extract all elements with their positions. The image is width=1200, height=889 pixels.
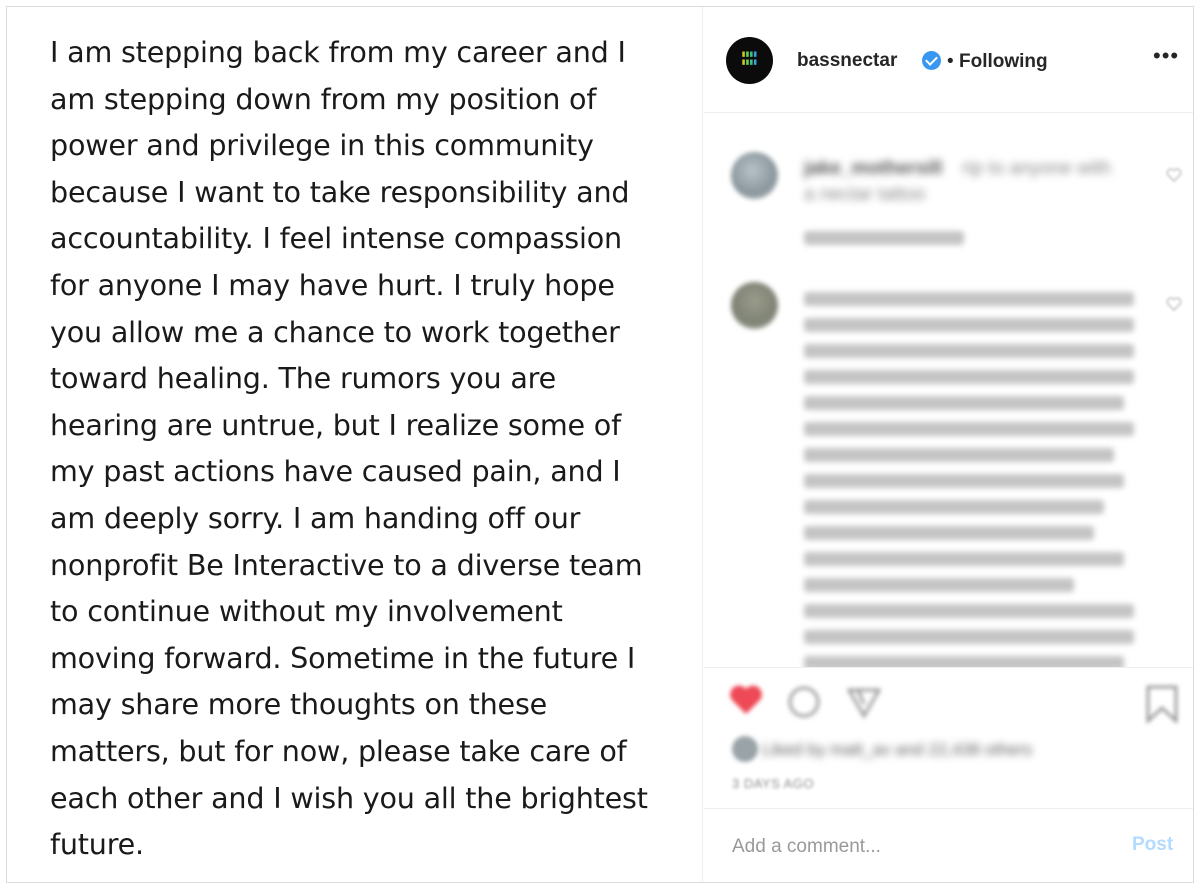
like-icon[interactable] xyxy=(726,680,766,720)
statement-line: am stepping down from my position of xyxy=(50,81,597,116)
comment-text: rip to anyone with xyxy=(962,158,1111,179)
post-actions: Liked by matt_av and 22,438 others 3 DAY… xyxy=(704,667,1193,807)
profile-avatar[interactable]: ▮▮▮▮ ▮▮▮▮ xyxy=(726,37,773,84)
statement-line: matters, but for now, please take care o… xyxy=(50,733,627,768)
comment-text-block xyxy=(804,656,1124,667)
comment-text-block xyxy=(804,344,1134,358)
statement-line: power and privilege in this community xyxy=(50,128,594,163)
statement-line: moving forward. Sometime in the future I xyxy=(50,640,636,675)
share-icon[interactable] xyxy=(844,682,884,722)
comment-text-continued: a nectar tattoo xyxy=(804,184,926,205)
comment-text-block xyxy=(804,292,1134,306)
post-sidebar: ▮▮▮▮ ▮▮▮▮ bassnectar • Following ••• jake… xyxy=(704,7,1193,882)
verified-badge-icon xyxy=(922,51,941,70)
save-icon[interactable] xyxy=(1144,684,1180,724)
comment-text-block xyxy=(804,604,1134,618)
statement-line: toward healing. The rumors you are xyxy=(50,361,556,396)
avatar-logo-graphic: ▮▮▮▮ ▮▮▮▮ xyxy=(732,50,767,68)
comment-avatar[interactable] xyxy=(731,152,778,199)
following-button[interactable]: Following xyxy=(959,51,1048,73)
statement-line: nonprofit Be Interactive to a diverse te… xyxy=(50,547,643,582)
comment-text-block xyxy=(804,474,1124,488)
statement-line: to continue without my involvement xyxy=(50,594,563,629)
comment-text-block xyxy=(804,396,1124,410)
username-link[interactable]: bassnectar xyxy=(797,50,897,72)
separator-dot: • xyxy=(947,51,954,72)
post-comment-button[interactable]: Post xyxy=(1132,834,1173,856)
comment-text-block xyxy=(804,500,1104,514)
statement-line: accountability. I feel intense compassio… xyxy=(50,221,622,256)
comment-text-block xyxy=(804,448,1114,462)
comments-list[interactable]: jake_mothersill rip to anyone with a nec… xyxy=(704,114,1193,667)
post-timestamp: 3 DAYS AGO xyxy=(732,776,815,791)
liked-by-text[interactable]: Liked by matt_av and 22,438 others xyxy=(762,740,1032,760)
comment-icon[interactable] xyxy=(784,682,824,722)
comment-like-icon[interactable] xyxy=(1166,168,1182,182)
post-header: ▮▮▮▮ ▮▮▮▮ bassnectar • Following ••• xyxy=(704,7,1193,113)
statement-line: for anyone I may have hurt. I truly hope xyxy=(50,267,615,302)
statement-line: I am stepping back from my career and I xyxy=(50,35,626,69)
statement-line: future. xyxy=(50,827,144,862)
comment-text-block xyxy=(804,526,1094,540)
statement-line: may share more thoughts on these xyxy=(50,687,548,722)
comment-text-block xyxy=(804,630,1134,644)
post-frame: I am stepping back from my career and I … xyxy=(6,6,1194,883)
comment-like-icon[interactable] xyxy=(1166,297,1182,311)
add-comment-bar: Post xyxy=(704,808,1193,882)
statement-line: you allow me a chance to work together xyxy=(50,314,620,349)
comment-text-block xyxy=(804,422,1134,436)
more-options-icon[interactable]: ••• xyxy=(1153,45,1178,71)
statement-text: I am stepping back from my career and I … xyxy=(50,29,690,868)
comment-text-block xyxy=(804,552,1124,566)
comment-meta xyxy=(804,231,964,245)
comment-text-block xyxy=(804,318,1134,332)
statement-line: am deeply sorry. I am handing off our xyxy=(50,500,581,535)
liked-by-avatar[interactable] xyxy=(732,736,758,762)
comment-text-block xyxy=(804,578,1074,592)
comment-avatar[interactable] xyxy=(731,282,778,329)
comment-username[interactable]: jake_mothersill xyxy=(804,158,942,180)
statement-line: hearing are untrue, but I realize some o… xyxy=(50,407,621,442)
statement-line: my past actions have caused pain, and I xyxy=(50,454,621,489)
statement-line: each other and I wish you all the bright… xyxy=(50,780,648,815)
comment-text-block xyxy=(804,370,1134,384)
statement-line: because I want to take responsibility an… xyxy=(50,174,630,209)
comment-input[interactable] xyxy=(732,835,1112,859)
post-image: I am stepping back from my career and I … xyxy=(7,7,703,882)
